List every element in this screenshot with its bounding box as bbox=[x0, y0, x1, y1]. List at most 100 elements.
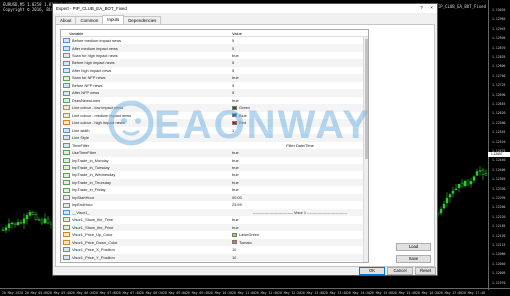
value-cell[interactable]: true bbox=[230, 149, 368, 156]
input-row[interactable]: After high impact news 5 bbox=[61, 67, 368, 74]
value-cell[interactable]: true bbox=[230, 171, 368, 178]
input-row[interactable]: Line width 1 bbox=[61, 127, 368, 134]
value-cell[interactable]: Filter Date/Time bbox=[230, 142, 368, 149]
input-row[interactable]: InpStartHour 00:00 bbox=[61, 193, 368, 202]
load-button[interactable]: Load bbox=[396, 243, 431, 251]
variable-column-header[interactable]: Variable bbox=[61, 30, 230, 36]
ok-button[interactable]: OK bbox=[359, 267, 385, 275]
input-row[interactable]: Line colour - high impact news Red bbox=[61, 119, 368, 127]
tab-about[interactable]: About bbox=[55, 16, 77, 24]
value-cell[interactable]: 5 bbox=[230, 37, 368, 44]
variable-name: InpStartHour bbox=[72, 194, 95, 200]
value-cell[interactable]: 00:00 bbox=[230, 194, 368, 201]
value-cell[interactable]: 5 bbox=[230, 89, 368, 96]
input-row[interactable]: InpTrade_in_Monday true bbox=[61, 157, 368, 164]
value-cell[interactable]: ------------------------------- Visor 1 … bbox=[230, 209, 368, 216]
input-row[interactable]: Scan for NFP news true bbox=[61, 74, 368, 82]
input-row[interactable]: Visor1_Show_the_Price true bbox=[61, 223, 368, 232]
variable-cell: Scan for high impact news bbox=[61, 52, 230, 59]
input-row[interactable]: Visor1_Price_Y_Position 10 bbox=[61, 253, 368, 262]
value-cell[interactable]: 10 bbox=[230, 246, 368, 253]
variable-name: Visor1_Price_X_Position bbox=[72, 247, 115, 253]
input-row[interactable]: Before high impact news 5 bbox=[61, 59, 368, 67]
cancel-button[interactable]: Cancel bbox=[387, 267, 413, 275]
color-swatch bbox=[232, 105, 237, 110]
input-row[interactable]: InpTrade_in_Thursday true bbox=[61, 178, 368, 187]
input-row[interactable]: InpTrade_in_Friday true bbox=[61, 186, 368, 193]
variable-name: Line colour - high impact news bbox=[72, 120, 125, 126]
price-tick-label: 1.12835 bbox=[492, 55, 506, 59]
value-cell[interactable]: 1 bbox=[230, 127, 368, 134]
time-tick-label: 20 May 16:20 bbox=[416, 291, 440, 295]
input-row[interactable]: After NFP news 5 bbox=[61, 89, 368, 97]
close-icon[interactable]: × bbox=[427, 4, 436, 13]
input-row[interactable]: Line colour - medium impact news Blue bbox=[61, 112, 368, 119]
input-row[interactable]: Before medium impact news 5 bbox=[61, 37, 368, 44]
variable-cell: Line colour - high impact news bbox=[61, 119, 230, 126]
candle-body bbox=[7, 223, 11, 228]
scrollbar-thumb[interactable] bbox=[365, 39, 368, 159]
input-row[interactable]: InpTrade_in_Tuesday true bbox=[61, 163, 368, 172]
help-button[interactable]: ? bbox=[417, 4, 426, 13]
value-cell[interactable]: 5 bbox=[230, 82, 368, 89]
input-row[interactable]: DrawNewsLines true bbox=[61, 97, 368, 104]
price-tick-label: 1.12905 bbox=[492, 36, 506, 41]
input-row[interactable]: Visor1_Price_X_Position 10 bbox=[61, 246, 368, 253]
value-cell[interactable]: true bbox=[230, 179, 368, 186]
input-row[interactable]: Visor1_Price_Up_Color LawnGreen bbox=[61, 231, 368, 238]
value-cell[interactable]: true bbox=[230, 74, 368, 81]
num-type-icon bbox=[63, 142, 70, 148]
bool-type-icon bbox=[63, 157, 70, 163]
input-row[interactable]: TimeFilter Filter Date/Time bbox=[61, 142, 368, 149]
variable-cell: TimeFilter bbox=[61, 142, 230, 149]
time-tick-label: 20 May 07:00 bbox=[94, 291, 118, 295]
value-cell[interactable] bbox=[230, 134, 368, 141]
tab-inputs[interactable]: Inputs bbox=[102, 15, 125, 24]
value-cell[interactable]: 10 bbox=[230, 254, 368, 261]
value-cell[interactable]: Green bbox=[230, 104, 368, 111]
save-button[interactable]: Save bbox=[396, 255, 431, 263]
input-row[interactable]: Visor1_Show_the_Time true bbox=[61, 216, 368, 223]
grid-body: Before medium impact news 5 After medium i… bbox=[61, 37, 368, 262]
value-cell[interactable]: Tomato bbox=[230, 239, 368, 246]
time-tick-label: 20 May 12:20 bbox=[278, 291, 302, 295]
input-row[interactable]: Line colour - low impact news Green bbox=[61, 104, 368, 112]
value-cell[interactable]: true bbox=[230, 157, 368, 164]
variable-cell: InpStartHour bbox=[61, 194, 230, 201]
price-tick-label: 1.12620 bbox=[492, 111, 506, 116]
input-row[interactable]: InpTrade_in_Wednesday true bbox=[61, 171, 368, 178]
value-cell[interactable]: 5 bbox=[230, 67, 368, 74]
value-cell[interactable]: LawnGreen bbox=[230, 231, 368, 238]
input-row[interactable]: Visor1_Price_Down_Color Tomato bbox=[61, 238, 368, 247]
candle-body bbox=[10, 222, 14, 225]
value-cell[interactable]: true bbox=[230, 164, 368, 171]
input-row[interactable]: UseTimeFilter true bbox=[61, 149, 368, 157]
variable-name: Line colour - low impact news bbox=[72, 105, 124, 111]
value-cell[interactable]: 5 bbox=[230, 44, 368, 51]
value-cell[interactable]: true bbox=[230, 216, 368, 223]
variable-cell: Before NFP news bbox=[61, 82, 230, 89]
input-row[interactable]: After medium impact news 5 bbox=[61, 44, 368, 52]
value-column-header[interactable]: Value bbox=[230, 30, 368, 36]
variable-name: InpTrade_in_Wednesday bbox=[72, 172, 116, 178]
value-cell[interactable]: true bbox=[230, 224, 368, 231]
grid-scrollbar[interactable] bbox=[363, 37, 368, 262]
value-cell[interactable]: true bbox=[230, 97, 368, 104]
value-cell[interactable]: true bbox=[230, 52, 368, 59]
input-row[interactable]: Scan for high impact news true bbox=[61, 52, 368, 59]
bool-type-icon bbox=[63, 165, 70, 171]
input-row[interactable]: Before NFP news 5 bbox=[61, 82, 368, 89]
value-cell[interactable]: Red bbox=[230, 119, 368, 126]
reset-button[interactable]: Reset bbox=[415, 267, 436, 275]
time-tick-label: 20 May 14:20 bbox=[347, 291, 371, 295]
value-cell[interactable]: 5 bbox=[230, 59, 368, 66]
input-row[interactable]: InpEndHour 23:59 bbox=[61, 201, 368, 208]
input-row[interactable]: Line Style bbox=[61, 134, 368, 142]
value-cell[interactable]: Blue bbox=[230, 112, 368, 119]
value-cell[interactable]: true bbox=[230, 186, 368, 193]
value-cell[interactable]: 23:59 bbox=[230, 201, 368, 208]
tab-common[interactable]: Common bbox=[75, 16, 104, 24]
candle-body bbox=[448, 194, 452, 198]
tab-dependencies[interactable]: Dependencies bbox=[123, 16, 162, 24]
input-row[interactable]: __Visor1_ -------------------------------… bbox=[61, 208, 368, 217]
